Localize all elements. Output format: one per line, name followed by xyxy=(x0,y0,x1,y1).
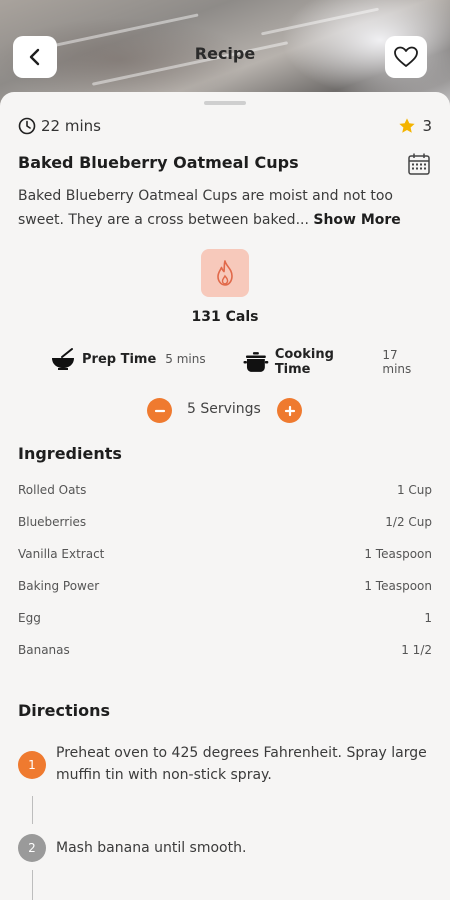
flame-icon xyxy=(217,260,233,286)
ingredient-row: Egg 1 xyxy=(18,611,432,629)
total-time: 22 mins xyxy=(18,117,101,135)
ingredient-quantity: 1 Cup xyxy=(396,483,432,497)
ingredient-name: Bananas xyxy=(18,643,70,657)
calendar-button[interactable] xyxy=(407,152,431,176)
ingredient-row: Rolled Oats 1 Cup xyxy=(18,483,432,501)
ingredient-row: Blueberries 1/2 Cup xyxy=(18,515,432,533)
ingredient-name: Rolled Oats xyxy=(18,483,87,497)
step-number: 2 xyxy=(18,834,46,862)
ingredient-row: Bananas 1 1/2 xyxy=(18,643,432,661)
step-text: Preheat oven to 425 degrees Fahrenheit. … xyxy=(56,745,427,783)
minus-icon xyxy=(154,409,165,412)
prep-time: Prep Time 5 mins xyxy=(50,347,206,371)
decrease-servings-button[interactable] xyxy=(147,398,172,423)
ingredient-name: Egg xyxy=(18,611,41,625)
recipe-description: Baked Blueberry Oatmeal Cups are moist a… xyxy=(18,184,430,232)
sheet-drag-handle[interactable] xyxy=(204,101,246,105)
meta-row: 22 mins 3 xyxy=(18,117,432,137)
recipe-sheet[interactable]: 22 mins 3 Baked Blueberry Oatmeal Cups B… xyxy=(0,92,450,900)
cooking-time-label: Cooking Time xyxy=(274,347,334,377)
ingredient-name: Blueberries xyxy=(18,515,87,529)
ingredient-quantity: 1 xyxy=(424,611,432,625)
cooking-time-value: 17 mins xyxy=(382,348,412,376)
plus-icon xyxy=(284,405,295,416)
cooking-time: Cooking Time 17 mins xyxy=(243,347,430,377)
star-icon xyxy=(399,118,416,133)
calendar-icon xyxy=(408,153,430,175)
step-text: Mash banana until smooth. xyxy=(56,840,247,856)
rating: 3 xyxy=(398,117,432,135)
ingredient-name: Vanilla Extract xyxy=(18,547,105,561)
step-connector xyxy=(32,796,33,824)
calories-badge xyxy=(201,249,249,297)
directions-heading: Directions xyxy=(18,701,111,720)
ingredient-quantity: 1 Teaspoon xyxy=(364,547,432,561)
prep-time-label: Prep Time xyxy=(82,351,157,367)
servings-stepper: 5 Servings xyxy=(147,398,303,424)
ingredient-name: Baking Power xyxy=(18,579,100,593)
total-time-value: 22 mins xyxy=(41,117,101,135)
rating-value: 3 xyxy=(422,117,432,135)
prep-time-value: 5 mins xyxy=(165,352,206,366)
servings-value: 5 Servings xyxy=(187,401,261,417)
increase-servings-button[interactable] xyxy=(277,398,302,423)
favorite-button[interactable] xyxy=(385,36,427,78)
ingredient-quantity: 1/2 Cup xyxy=(385,515,432,529)
ingredient-row: Vanilla Extract 1 Teaspoon xyxy=(18,547,432,565)
clock-icon xyxy=(18,117,36,135)
ingredient-quantity: 1 Teaspoon xyxy=(364,579,432,593)
cooking-pot-icon xyxy=(243,352,269,372)
calories-value: 131 Cals xyxy=(191,309,259,325)
mixing-bowl-icon xyxy=(52,348,74,370)
time-breakdown: Prep Time 5 mins Cooking Time 17 mins xyxy=(50,347,430,377)
heart-icon xyxy=(394,46,418,67)
step-connector xyxy=(32,870,33,900)
recipe-title: Baked Blueberry Oatmeal Cups xyxy=(18,153,299,172)
ingredients-heading: Ingredients xyxy=(18,444,122,463)
ingredient-row: Baking Power 1 Teaspoon xyxy=(18,579,432,597)
ingredient-quantity: 1 1/2 xyxy=(401,643,432,657)
step-number-active: 1 xyxy=(18,751,46,779)
show-more-link[interactable]: Show More xyxy=(313,212,400,228)
page-title: Recipe xyxy=(194,44,256,63)
